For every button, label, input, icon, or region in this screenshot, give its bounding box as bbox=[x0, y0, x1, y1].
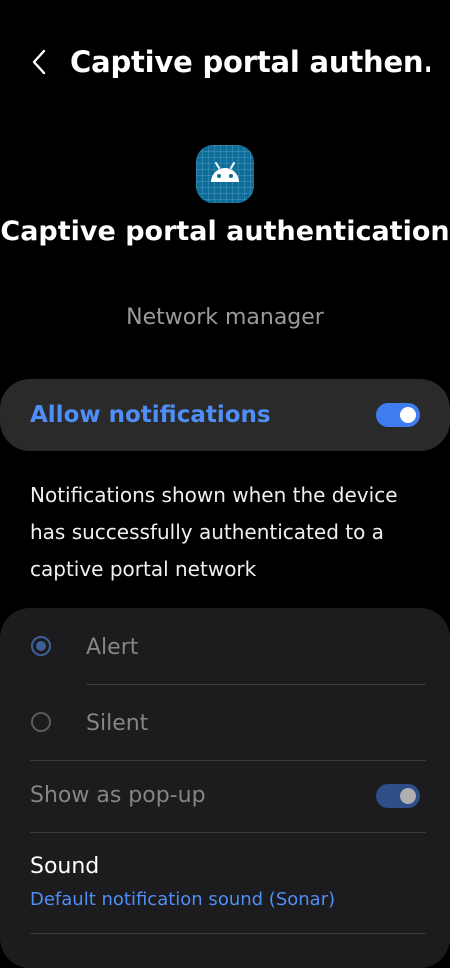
chevron-left-icon bbox=[32, 49, 46, 75]
back-button[interactable] bbox=[20, 40, 60, 84]
show-as-popup-toggle[interactable] bbox=[376, 784, 420, 808]
header-bar: Captive portal authen... bbox=[0, 0, 450, 124]
alert-option[interactable]: Alert bbox=[0, 612, 450, 684]
sound-value[interactable]: Default notification sound (Sonar) bbox=[30, 886, 335, 914]
allow-notifications-row[interactable]: Allow notifications bbox=[0, 379, 450, 451]
channel-description: Notifications shown when the device has … bbox=[30, 483, 398, 581]
android-icon bbox=[196, 145, 254, 203]
divider bbox=[30, 933, 426, 934]
silent-option[interactable]: Silent bbox=[0, 688, 450, 760]
silent-radio[interactable] bbox=[31, 712, 51, 732]
allow-notifications-label: Allow notifications bbox=[30, 402, 271, 428]
alert-label: Alert bbox=[86, 635, 139, 660]
divider bbox=[86, 684, 426, 685]
toggle-knob bbox=[400, 407, 416, 423]
show-as-popup-label: Show as pop-up bbox=[30, 783, 206, 808]
sound-title[interactable]: Sound bbox=[30, 851, 99, 883]
app-name: Captive portal authentication bbox=[0, 216, 450, 247]
page-title: Captive portal authen... bbox=[70, 45, 430, 79]
notification-settings-card: Alert Silent Show as pop-up Sound Defaul… bbox=[0, 608, 450, 968]
silent-label: Silent bbox=[86, 711, 149, 736]
alert-radio[interactable] bbox=[31, 636, 51, 656]
allow-notifications-toggle[interactable] bbox=[376, 403, 420, 427]
divider bbox=[30, 832, 426, 833]
app-category: Network manager bbox=[126, 305, 324, 330]
toggle-knob bbox=[400, 788, 416, 804]
